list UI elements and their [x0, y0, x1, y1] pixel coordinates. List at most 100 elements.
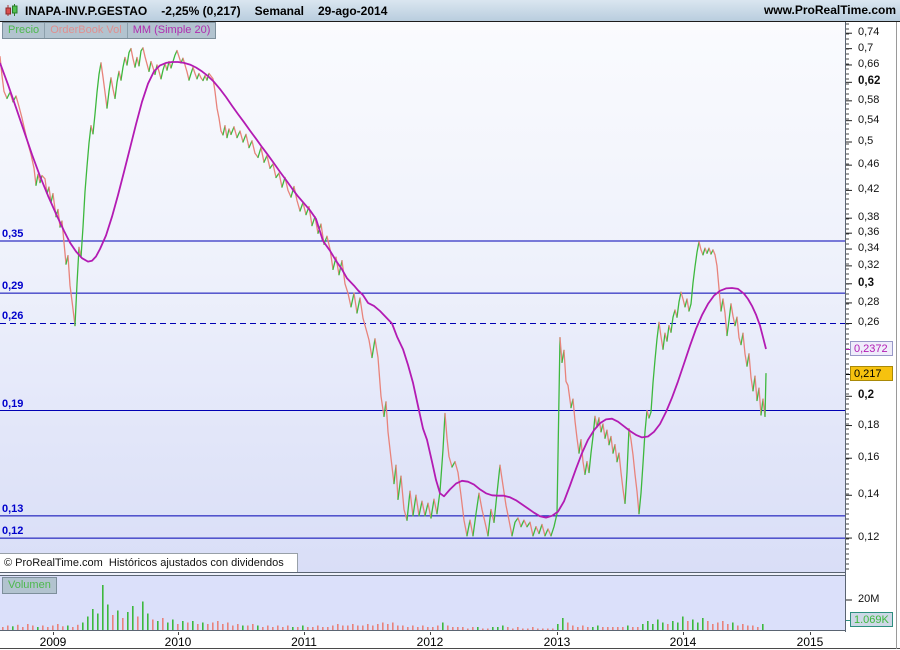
- price-axis-label: 0,66: [858, 57, 880, 70]
- price-line: [257, 146, 262, 159]
- volume-bar: [117, 610, 119, 630]
- price-line: [67, 255, 76, 327]
- price-line: [532, 526, 537, 537]
- volume-bar: [342, 625, 344, 630]
- volume-bar: [737, 625, 739, 630]
- volume-bar: [292, 627, 294, 630]
- mm20-axis-tick: [846, 348, 850, 350]
- volume-pane[interactable]: [0, 576, 845, 631]
- year-label: 2012: [416, 635, 444, 649]
- price-line: [550, 337, 561, 537]
- volume-bar: [87, 616, 89, 630]
- price-line: [638, 409, 648, 515]
- volume-bar: [392, 622, 394, 630]
- volume-bar: [402, 625, 404, 630]
- price-line: [670, 309, 676, 333]
- price-axis-label: 0,26: [858, 316, 880, 329]
- instrument-name: INAPA-INV.P.GESTAO: [25, 3, 148, 18]
- price-line: [371, 338, 376, 359]
- tab-precio[interactable]: Precio: [3, 23, 46, 38]
- volume-bar: [692, 619, 694, 630]
- volume-bar: [582, 625, 584, 630]
- volume-bar: [752, 625, 754, 630]
- volume-bar: [82, 622, 84, 630]
- tab-mm-simple-20[interactable]: MM (Simple 20): [128, 23, 216, 38]
- volume-bar: [317, 625, 319, 630]
- tab-volumen[interactable]: Volumen: [3, 578, 56, 593]
- price-line: [350, 292, 355, 308]
- price-chart-canvas[interactable]: [0, 22, 845, 572]
- price-axis-label: 0,5: [858, 135, 874, 148]
- price-axis-label: 0,74: [858, 26, 880, 39]
- volume-bar: [587, 627, 589, 630]
- volume-canvas[interactable]: [0, 576, 845, 631]
- price-line: [35, 173, 39, 186]
- price-line: [493, 464, 501, 523]
- volume-bar: [502, 625, 504, 630]
- volume-bar: [127, 612, 129, 630]
- price-line: [454, 461, 468, 537]
- price-line: [544, 528, 549, 537]
- price-line: [226, 128, 230, 139]
- price-line: [418, 500, 423, 517]
- volume-bar: [747, 625, 749, 630]
- volume-bar: [12, 626, 14, 631]
- volume-bar: [442, 622, 444, 630]
- price-axis-label: 0,36: [858, 226, 880, 239]
- volume-bar: [657, 619, 659, 630]
- price-line: [138, 47, 144, 67]
- price-chart-pane[interactable]: 0,35 0,29 0,26 0,19 0,13 0,12: [0, 22, 845, 572]
- price-line: [580, 439, 586, 475]
- year-label: 2010: [164, 635, 192, 649]
- prorealtime-link[interactable]: www.ProRealTime.com: [764, 0, 896, 21]
- volume-bar: [242, 625, 244, 630]
- tab-orderbook-vol[interactable]: OrderBook Vol: [45, 23, 128, 38]
- volume-bar: [7, 625, 9, 630]
- price-line: [430, 498, 435, 519]
- price-line: [192, 66, 198, 80]
- price-line: [224, 125, 228, 139]
- volume-bar: [407, 627, 409, 630]
- price-line: [15, 95, 37, 186]
- price-axis-label: 0,28: [858, 295, 880, 308]
- volume-bar: [267, 625, 269, 630]
- price-line: [686, 298, 690, 312]
- time-axis[interactable]: 2009 2010 2011 2012 2013 2014 2015: [0, 632, 900, 649]
- volume-bar: [2, 627, 4, 630]
- volume-bar: [467, 628, 469, 630]
- price-axis-label: 0,54: [858, 113, 880, 126]
- volume-bar: [322, 627, 324, 630]
- price-axis[interactable]: 0,2372 0,217 20M 1.069K 0,74 0,7 0,66 0,62 0…: [845, 22, 900, 632]
- volume-bar: [512, 628, 514, 630]
- volume-bar: [497, 627, 499, 630]
- volume-bar: [237, 624, 239, 630]
- price-line: [472, 492, 480, 537]
- price-axis-label: 0,34: [858, 242, 880, 255]
- price-line: [466, 519, 471, 537]
- volume-bar: [677, 622, 679, 630]
- price-line: [688, 241, 700, 312]
- volume-bar: [142, 601, 144, 630]
- price-line: [658, 321, 664, 350]
- price-line: [529, 521, 534, 537]
- volume-bar: [547, 628, 549, 630]
- volume-bar: [757, 627, 759, 630]
- volume-bar: [147, 613, 149, 630]
- price-line: [106, 77, 112, 109]
- volume-bar: [732, 622, 734, 630]
- price-line: [424, 502, 429, 517]
- price-axis-label: 0,18: [858, 418, 880, 431]
- volume-bar: [92, 609, 94, 630]
- price-axis-label: 0,42: [858, 183, 880, 196]
- price-line: [624, 427, 630, 504]
- volume-bar: [632, 627, 634, 630]
- volume-bar: [227, 622, 229, 630]
- price-line: [6, 91, 11, 100]
- volume-bar: [612, 627, 614, 630]
- price-line: [176, 49, 182, 64]
- volume-bar: [137, 616, 139, 630]
- volume-bar: [257, 625, 259, 630]
- price-line: [299, 201, 304, 212]
- price-axis-label: 0,38: [858, 211, 880, 224]
- last-price-axis-tick: [846, 373, 850, 375]
